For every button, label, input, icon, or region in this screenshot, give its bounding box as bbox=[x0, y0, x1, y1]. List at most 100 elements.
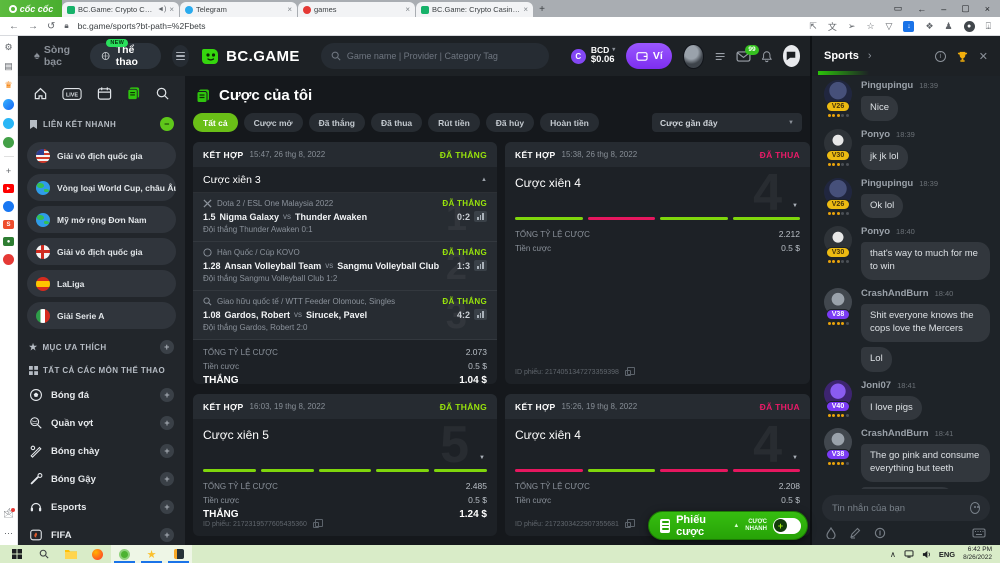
balance-selector[interactable]: C BCD▾ $0.06 bbox=[571, 46, 615, 67]
shopee-icon[interactable]: S bbox=[3, 220, 14, 229]
shield-icon[interactable]: ▽ bbox=[886, 21, 893, 32]
search-input[interactable] bbox=[347, 51, 539, 61]
stats-icon[interactable] bbox=[474, 309, 487, 320]
tab-bcgame-1[interactable]: BC.Game: Crypto Casino◄)× bbox=[62, 2, 179, 17]
more-icon[interactable]: ⋯ bbox=[3, 528, 14, 539]
downloads-tray-icon[interactable]: ⍗ bbox=[986, 21, 991, 32]
messenger-icon[interactable] bbox=[3, 99, 14, 110]
coc-coc-logo[interactable]: cốc cốc bbox=[0, 0, 62, 17]
tab-close-icon[interactable]: × bbox=[169, 5, 174, 14]
stats-icon[interactable] bbox=[474, 260, 487, 271]
expand-icon[interactable]: + bbox=[160, 500, 174, 514]
my-bets-icon[interactable] bbox=[126, 86, 141, 101]
tab-close-icon[interactable]: × bbox=[287, 5, 292, 14]
quick-link-item[interactable]: LaLiga bbox=[27, 270, 176, 297]
chat-input-box[interactable] bbox=[822, 495, 990, 521]
quick-bet-toggle[interactable]: + bbox=[773, 518, 801, 534]
sport-item-baseball[interactable]: Bóng chày+ bbox=[27, 437, 176, 465]
translate-icon[interactable]: 文 bbox=[828, 20, 837, 33]
tab-close-icon[interactable]: × bbox=[523, 5, 528, 14]
copy-icon[interactable] bbox=[313, 522, 319, 528]
sport-item-football[interactable]: Bóng đá+ bbox=[27, 381, 176, 409]
filter-canceled[interactable]: Đã hủy bbox=[486, 113, 534, 132]
tab-bcgame-2[interactable]: BC.Game: Crypto Casino Ga× bbox=[416, 2, 533, 17]
zalo-icon[interactable] bbox=[3, 118, 14, 129]
send-icon[interactable]: ➢ bbox=[848, 21, 856, 32]
collapse-quick-links-button[interactable]: − bbox=[160, 117, 174, 131]
star-app-icon[interactable]: ★ bbox=[138, 545, 165, 563]
quick-link-item[interactable]: Giải vô địch quốc gia bbox=[27, 238, 176, 265]
facebook-icon[interactable] bbox=[3, 201, 14, 212]
tray-expand-icon[interactable]: ∧ bbox=[890, 550, 896, 559]
sport-item-fifa[interactable]: FIFA+ bbox=[27, 521, 176, 545]
tab-close-icon[interactable]: × bbox=[405, 5, 410, 14]
sort-dropdown[interactable]: Cược gần đây▼ bbox=[652, 113, 802, 132]
filter-refund[interactable]: Hoàn tiền bbox=[540, 113, 599, 132]
rain-drop-icon[interactable] bbox=[826, 527, 836, 539]
bet-title-row[interactable]: Cược xiên 3 ▲ bbox=[193, 167, 497, 193]
inbox-button[interactable]: 99 bbox=[736, 51, 751, 62]
coin-flip-icon[interactable] bbox=[874, 527, 886, 539]
filter-cashout[interactable]: Rút tiền bbox=[428, 113, 480, 132]
crown-icon[interactable]: ♛ bbox=[3, 80, 14, 91]
calendar-icon[interactable] bbox=[97, 86, 112, 101]
chat-close-icon[interactable]: ✕ bbox=[979, 50, 988, 63]
hamburger-menu-icon[interactable] bbox=[172, 45, 189, 67]
expand-icon[interactable]: + bbox=[160, 472, 174, 486]
game-search[interactable] bbox=[321, 43, 549, 69]
betslip-button[interactable]: Phiếu cược ▲ CƯỢCNHANH + bbox=[648, 511, 808, 540]
tray-display-icon[interactable] bbox=[904, 550, 914, 558]
pinned-app-icon[interactable] bbox=[165, 545, 192, 563]
chat-toggle-icon[interactable] bbox=[783, 45, 800, 67]
add-favorite-button[interactable]: + bbox=[160, 340, 174, 354]
chat-message-input[interactable] bbox=[832, 503, 964, 514]
sport-item-esports[interactable]: Esports+ bbox=[27, 493, 176, 521]
download-box-icon[interactable]: ↓ bbox=[903, 21, 914, 32]
lucky-app-icon[interactable]: ● bbox=[3, 237, 14, 246]
emoji-icon[interactable] bbox=[970, 502, 980, 514]
chat-tab-sports[interactable]: Sports bbox=[824, 50, 859, 62]
nav-casino[interactable]: ♠Sòng bạc bbox=[34, 44, 79, 68]
coccoc-taskbar-icon[interactable] bbox=[111, 545, 138, 563]
bell-icon[interactable] bbox=[762, 50, 772, 63]
forward-icon[interactable]: → bbox=[28, 21, 38, 32]
profile-icon[interactable]: ● bbox=[964, 21, 975, 32]
tab-search-icon[interactable]: ▭ bbox=[894, 3, 903, 14]
home-icon[interactable] bbox=[33, 86, 48, 101]
language-indicator[interactable]: ENG bbox=[939, 550, 955, 559]
start-button[interactable] bbox=[3, 545, 30, 563]
quick-link-item[interactable]: Mỹ mở rộng Đơn Nam bbox=[27, 206, 176, 233]
sport-item-cricket[interactable]: Bóng Gậy+ bbox=[27, 465, 176, 493]
games-controller-icon[interactable] bbox=[3, 137, 14, 148]
collapse-icon[interactable]: ▲ bbox=[481, 177, 487, 183]
reload-icon[interactable]: ↺ bbox=[47, 21, 55, 32]
chevron-right-icon[interactable]: › bbox=[868, 50, 872, 62]
pencil-icon[interactable] bbox=[849, 527, 861, 539]
copy-icon[interactable] bbox=[625, 370, 631, 376]
tray-volume-icon[interactable] bbox=[922, 550, 931, 559]
tab-games[interactable]: games× bbox=[298, 2, 415, 17]
wave-icon[interactable]: ♟ bbox=[945, 21, 953, 32]
live-icon[interactable]: LIVE bbox=[62, 87, 82, 101]
expand-icon[interactable]: ▼ bbox=[792, 455, 798, 461]
user-avatar[interactable] bbox=[683, 44, 703, 69]
quick-link-item[interactable]: Vòng loại World Cup, châu Âu bbox=[27, 174, 176, 201]
quick-link-item[interactable]: Giải vô địch quốc gia bbox=[27, 142, 176, 169]
settings-gear-icon[interactable]: ⚙ bbox=[3, 42, 14, 53]
expand-icon[interactable]: + bbox=[160, 528, 174, 542]
bet-leg[interactable]: 2 Hàn Quốc / Cúp KOVO ĐÃ THẮNG 1.28 Ansa… bbox=[193, 242, 497, 291]
expand-icon[interactable]: + bbox=[160, 416, 174, 430]
sport-item-tennis[interactable]: Quần vợt+ bbox=[27, 409, 176, 437]
new-tab-button[interactable]: + bbox=[534, 2, 550, 17]
tab-telegram[interactable]: Telegram× bbox=[180, 2, 297, 17]
bookmark-star-icon[interactable]: ☆ bbox=[866, 21, 874, 32]
bcgame-logo[interactable]: BC.GAME bbox=[200, 46, 300, 66]
filter-open[interactable]: Cược mở bbox=[244, 113, 303, 132]
share-icon[interactable]: ⇱ bbox=[809, 21, 817, 32]
filter-won[interactable]: Đã thắng bbox=[309, 113, 365, 132]
back-icon[interactable]: ← bbox=[9, 21, 19, 32]
list-icon[interactable] bbox=[715, 51, 725, 62]
filter-all[interactable]: Tất cả bbox=[193, 113, 238, 132]
bet-leg[interactable]: 3 Giao hữu quốc tế / WTT Feeder Olomouc,… bbox=[193, 291, 497, 340]
newsfeed-icon[interactable]: ▤ bbox=[3, 61, 14, 72]
